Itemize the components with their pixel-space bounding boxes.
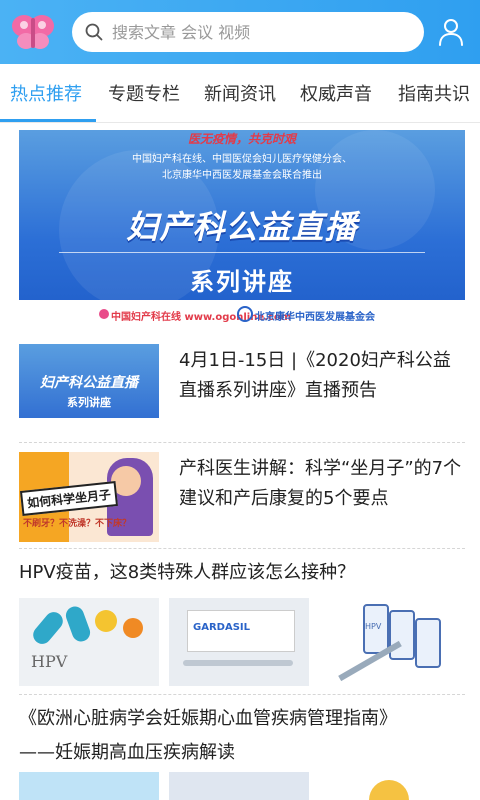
article-title[interactable]: HPV疫苗，这8类特殊人群应该怎么接种？ <box>19 556 465 590</box>
divider <box>19 548 465 549</box>
tab-hot-recommend[interactable]: 热点推荐 <box>10 80 82 106</box>
list-item[interactable]: 如何科学坐月子 不刷牙？不洗澡？不下床？ 产科医生讲解：科学“坐月子”的7个建议… <box>19 452 465 542</box>
banner-series: 系列讲座 <box>190 268 294 296</box>
banner-footer: 中国妇产科在线 www.ogonline.com 北京康华中西医发展基金会 <box>19 300 465 330</box>
search-icon <box>85 23 103 41</box>
article-image <box>169 772 309 800</box>
article-image <box>19 772 159 800</box>
hpv-pills-image: HPV <box>19 598 159 686</box>
ogonline-logo-icon <box>99 309 109 319</box>
search-bar[interactable] <box>72 12 424 52</box>
search-input[interactable] <box>110 21 394 43</box>
divider <box>19 442 465 443</box>
banner-slogan: 医无疫情，共克时艰 <box>187 132 296 146</box>
divider <box>19 694 465 695</box>
article-title[interactable]: 《欧洲心脏病学会妊娠期心血管疾病管理指南》 ——妊娠期高血压疾病解读 <box>19 702 465 770</box>
app-header <box>0 0 480 64</box>
article-image-row[interactable] <box>19 772 465 800</box>
tab-authority-voice[interactable]: 权威声音 <box>300 80 372 106</box>
tab-guidelines[interactable]: 指南共识 <box>398 80 470 106</box>
article-thumbnail: 如何科学坐月子 不刷牙？不洗澡？不下床？ <box>19 452 159 542</box>
article-image <box>319 772 465 800</box>
banner-subtitle: 中国妇产科在线、中国医促会妇儿医疗保健分会、 北京康华中西医发展基金会联合推出 <box>19 152 465 184</box>
active-tab-indicator <box>0 119 96 122</box>
category-tabs: 热点推荐 专题专栏 新闻资讯 权威声音 指南共识 <box>0 64 480 123</box>
tab-news[interactable]: 新闻资讯 <box>204 80 276 106</box>
article-thumbnail: 妇产科公益直播 系列讲座 <box>19 344 159 434</box>
banner-footer-right: 北京康华中西医发展基金会 <box>255 312 375 323</box>
tab-special-column[interactable]: 专题专栏 <box>108 80 180 106</box>
hero-banner[interactable]: 医无疫情，共克时艰 中国妇产科在线、中国医促会妇儿医疗保健分会、 北京康华中西医… <box>19 130 465 330</box>
banner-subtitle-line2: 北京康华中西医发展基金会联合推出 <box>162 170 322 181</box>
list-item[interactable]: 妇产科公益直播 系列讲座 4月1日-15日 |《2020妇产科公益直播系列讲座》… <box>19 344 465 434</box>
article-title-line2: ——妊娠期高血压疾病解读 <box>19 742 235 763</box>
gardasil-box-image: GARDASIL <box>169 598 309 686</box>
butterfly-logo-icon[interactable] <box>10 10 56 54</box>
foundation-logo-icon <box>237 306 253 322</box>
article-title[interactable]: 4月1日-15日 |《2020妇产科公益直播系列讲座》直播预告 <box>179 346 465 406</box>
vaccine-vials-image: HPV <box>319 598 465 686</box>
article-image-row[interactable]: HPV GARDASIL HPV <box>19 598 465 686</box>
article-title-line1: 《欧洲心脏病学会妊娠期心血管疾病管理指南》 <box>19 708 397 729</box>
banner-subtitle-line1: 中国妇产科在线、中国医促会妇儿医疗保健分会、 <box>132 154 352 165</box>
banner-title: 妇产科公益直播 <box>126 208 358 246</box>
article-title[interactable]: 产科医生讲解：科学“坐月子”的7个建议和产后康复的5个要点 <box>179 454 465 514</box>
user-icon[interactable] <box>438 18 464 46</box>
